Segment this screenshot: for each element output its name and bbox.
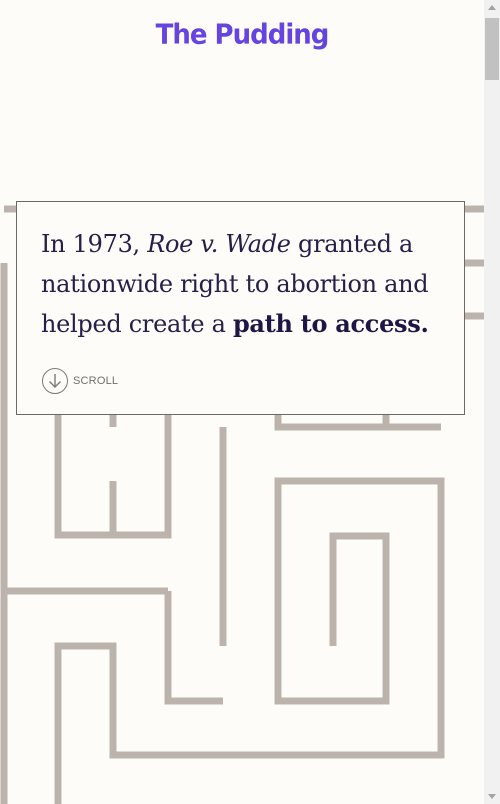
intro-card: In 1973, Roe v. Wade granted a nationwid… xyxy=(16,201,465,415)
scroll-label: SCROLL xyxy=(73,375,119,387)
intro-emphasis: path to access. xyxy=(232,309,429,338)
scrollbar-thumb[interactable] xyxy=(485,18,499,80)
arrow-down-circle-icon[interactable] xyxy=(42,368,68,394)
scroll-up-arrow-icon[interactable] xyxy=(488,5,496,10)
maze-wall xyxy=(164,591,223,705)
vertical-scrollbar[interactable] xyxy=(484,0,500,804)
scroll-down-arrow-icon[interactable] xyxy=(488,794,496,799)
case-name: Roe v. Wade xyxy=(147,230,291,258)
intro-text: In 1973, Roe v. Wade granted a nationwid… xyxy=(41,224,461,344)
scroll-prompt[interactable]: SCROLL xyxy=(42,368,118,394)
intro-text-prefix: In 1973, xyxy=(41,230,148,258)
